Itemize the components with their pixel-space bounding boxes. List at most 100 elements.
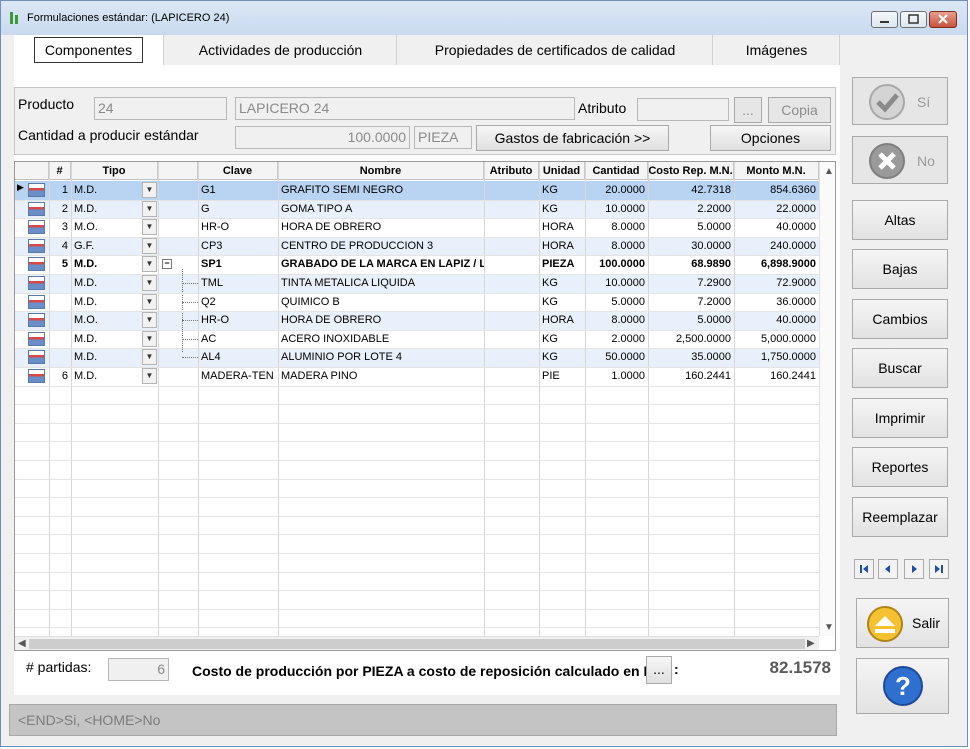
table-row[interactable]: ▼ M.D. Q2 QUIMICO B KG 5.0000 7.2000 36.0000: [15, 293, 819, 312]
tab-propiedades[interactable]: Propiedades de certificados de calidad: [398, 35, 713, 65]
nav-prev-button[interactable]: [878, 559, 898, 579]
buscar-button[interactable]: Buscar: [852, 348, 948, 388]
no-button[interactable]: No: [852, 136, 948, 184]
cell-clave: CP3: [201, 239, 223, 252]
opciones-button[interactable]: Opciones: [710, 125, 831, 151]
salir-button[interactable]: Salir: [856, 598, 949, 648]
scroll-left-icon[interactable]: ◀: [18, 638, 26, 649]
row-detail-icon[interactable]: [28, 201, 45, 216]
si-button[interactable]: Sí: [852, 77, 948, 125]
col-selector-header: [15, 162, 49, 180]
nav-next-button[interactable]: [904, 559, 924, 579]
tipo-dropdown-icon[interactable]: ▼: [142, 237, 157, 254]
tipo-dropdown-icon[interactable]: ▼: [142, 275, 157, 291]
nav-first-button[interactable]: [854, 559, 874, 579]
row-detail-icon[interactable]: [28, 331, 45, 346]
row-detail-icon[interactable]: [28, 238, 45, 253]
tipo-dropdown-icon[interactable]: ▼: [142, 293, 157, 310]
table-row[interactable]: ▶ ▼ 1 M.D. G1 GRAFITO SEMI NEGRO KG 20.0000 42.7…: [15, 181, 819, 200]
cell-costo: 30.0000: [691, 239, 731, 252]
maximize-button[interactable]: [900, 11, 927, 28]
col-cantidad-header: Cantidad: [585, 162, 648, 180]
row-detail-icon[interactable]: [28, 294, 45, 309]
tipo-dropdown-icon[interactable]: ▼: [142, 330, 157, 347]
cell-monto: 40.0000: [776, 221, 816, 234]
cell-num: 3: [61, 221, 68, 234]
scroll-right-icon[interactable]: ▶: [807, 638, 815, 649]
table-row[interactable]: ▼ M.O. HR-O HORA DE OBRERO HORA 8.0000 5.0000 4…: [15, 311, 819, 330]
tipo-dropdown-icon[interactable]: ▼: [142, 219, 157, 236]
producto-code-field[interactable]: 24: [94, 97, 227, 120]
tab-imagenes[interactable]: Imágenes: [714, 35, 840, 65]
close-button[interactable]: [929, 11, 957, 28]
cell-clave: G1: [201, 184, 216, 196]
cell-unidad: KG: [542, 202, 558, 215]
horizontal-scroll-thumb[interactable]: [29, 639, 805, 649]
grid-column-divider: [539, 162, 540, 636]
grid-row-divider: [15, 608, 819, 610]
scroll-down-icon[interactable]: ▼: [824, 622, 834, 633]
table-row[interactable]: ▼ 2 M.D. G GOMA TIPO A KG 10.0000 2.2000 22.0000: [15, 199, 819, 219]
tree-collapse-icon[interactable]: −: [162, 259, 172, 270]
cantidad-field[interactable]: 100.0000: [235, 126, 410, 149]
tab-componentes[interactable]: Componentes: [14, 35, 164, 65]
help-button[interactable]: ?: [856, 658, 949, 714]
grid-row-divider: [15, 329, 819, 331]
table-row[interactable]: ▼ M.D. AL4 ALUMINIO POR LOTE 4 KG 50.0000 35.0…: [15, 348, 819, 367]
row-detail-icon[interactable]: [28, 220, 45, 235]
producto-name-field[interactable]: LAPICERO 24: [235, 97, 575, 120]
cell-cantidad: 100.0000: [599, 258, 645, 271]
row-detail-icon[interactable]: [28, 313, 45, 328]
cell-costo: 5.0000: [697, 221, 731, 234]
cell-tipo: M.D.: [74, 370, 98, 382]
tipo-dropdown-icon[interactable]: ▼: [142, 312, 157, 329]
cell-num: 2: [61, 202, 68, 215]
cell-clave: HR-O: [201, 314, 230, 327]
cell-nombre: MADERA PINO: [281, 370, 358, 382]
cell-unidad: HORA: [542, 314, 574, 327]
nav-last-button[interactable]: [929, 559, 949, 579]
table-row[interactable]: ▼ 4 G.F. CP3 CENTRO DE PRODUCCION 3 HORA 8.000…: [15, 236, 819, 256]
scroll-up-icon[interactable]: ▲: [824, 166, 834, 177]
table-row[interactable]: ▼ 6 M.D. MADERA-TEN MADERA PINO PIE 1.0000 160.…: [15, 367, 819, 386]
atributo-field[interactable]: [637, 98, 729, 121]
tab-actividades[interactable]: Actividades de producción: [165, 35, 397, 65]
table-row[interactable]: ▼ − 5 M.D. SP1 GRABADO DE LA MARCA EN LAPIZ /…: [15, 255, 819, 274]
table-row[interactable]: ▼ M.D. AC ACERO INOXIDABLE KG 2.0000 2,500.000…: [15, 330, 819, 349]
row-detail-icon[interactable]: [28, 369, 45, 383]
grid-row-divider: [15, 274, 819, 275]
horizontal-scrollbar[interactable]: ◀ ▶: [15, 636, 819, 650]
tipo-dropdown-icon[interactable]: ▼: [142, 349, 157, 366]
tipo-dropdown-icon[interactable]: ▼: [142, 182, 157, 198]
tipo-dropdown-icon[interactable]: ▼: [142, 368, 157, 384]
row-detail-icon[interactable]: [28, 257, 45, 272]
tipo-dropdown-icon[interactable]: ▼: [142, 256, 157, 273]
unidad-field: PIEZA: [414, 126, 472, 149]
gastos-fabricacion-button[interactable]: Gastos de fabricación >>: [476, 125, 669, 151]
col-tree-header: [158, 162, 198, 180]
table-row[interactable]: ▼ M.D. TML TINTA METALICA LIQUIDA KG 10.0000 7…: [15, 274, 819, 293]
row-detail-icon[interactable]: [28, 183, 45, 197]
imprimir-button[interactable]: Imprimir: [852, 398, 948, 438]
copia-button[interactable]: Copia: [768, 97, 831, 123]
costo-ellipsis-button[interactable]: ...: [646, 656, 672, 684]
atributo-ellipsis-button[interactable]: ...: [734, 97, 762, 123]
row-detail-icon[interactable]: [28, 276, 45, 290]
minimize-button[interactable]: [871, 11, 898, 28]
reportes-button[interactable]: Reportes: [852, 447, 948, 487]
row-detail-icon[interactable]: [28, 350, 45, 365]
altas-button[interactable]: Altas: [852, 200, 948, 240]
cell-tipo: M.O.: [74, 221, 98, 234]
reemplazar-button[interactable]: Reemplazar: [852, 497, 948, 537]
grid-row-divider: [15, 627, 819, 629]
cell-tipo: M.D.: [74, 277, 98, 289]
grid-row-divider: [15, 422, 819, 424]
table-row[interactable]: ▼ 3 M.O. HR-O HORA DE OBRERO HORA 8.0000 5.0000…: [15, 218, 819, 237]
vertical-scrollbar[interactable]: ▲ ▼: [819, 162, 835, 636]
cambios-button[interactable]: Cambios: [852, 299, 948, 339]
cell-costo: 2,500.0000: [675, 332, 731, 345]
tipo-dropdown-icon[interactable]: ▼: [142, 200, 157, 217]
check-icon: [869, 84, 905, 120]
cell-tipo: M.D.: [74, 351, 98, 364]
bajas-button[interactable]: Bajas: [852, 249, 948, 289]
